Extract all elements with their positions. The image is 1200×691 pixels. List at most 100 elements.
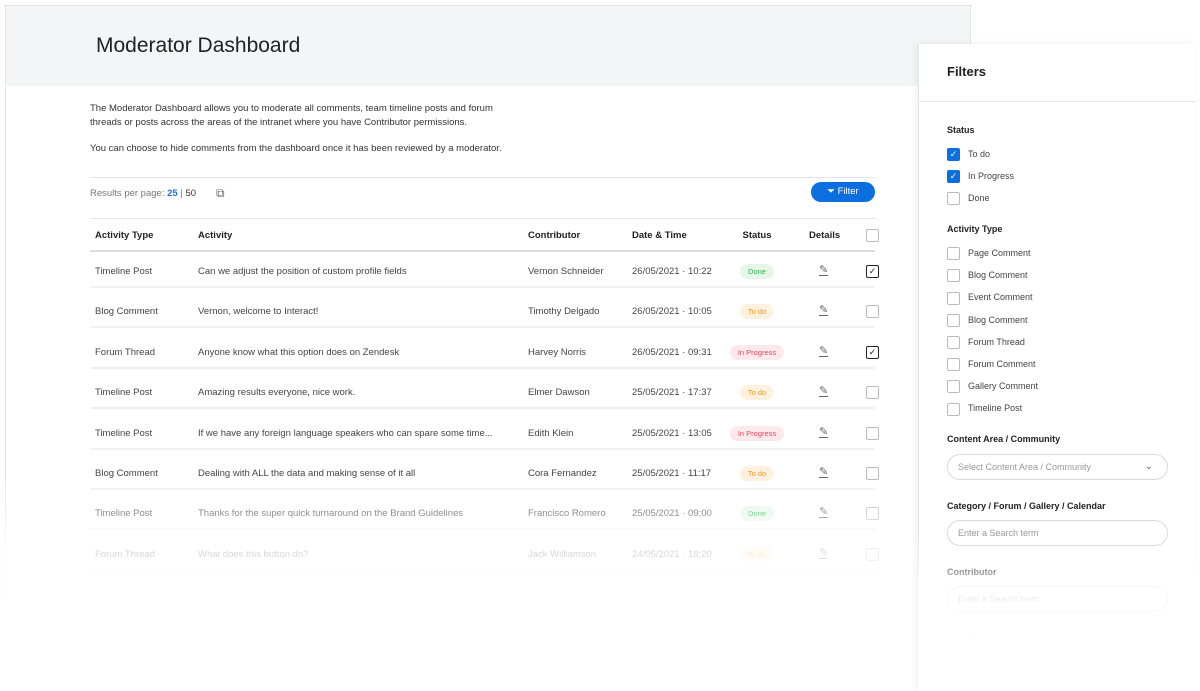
- activity-text[interactable]: Amazing results everyone, nice work.: [198, 387, 355, 398]
- activity-text[interactable]: Anyone know what this option does on Zen…: [198, 347, 399, 358]
- contributor: Timothy Delgado: [528, 306, 600, 318]
- edit-icon[interactable]: ✎: [819, 467, 829, 478]
- row-checkbox[interactable]: [866, 547, 879, 561]
- option-label: Done: [968, 193, 990, 204]
- checkbox[interactable]: [947, 313, 960, 327]
- checkbox[interactable]: [947, 192, 960, 206]
- intro-paragraph: The Moderator Dashboard allows you to mo…: [90, 103, 493, 128]
- column-header: Status: [742, 230, 772, 241]
- content-area-select[interactable]: Select Content Area / Community ⌄: [947, 454, 1168, 480]
- activity-type: Timeline Post: [95, 266, 153, 277]
- row-checkbox[interactable]: [866, 305, 879, 319]
- contributor: Jack Williamson: [528, 548, 597, 560]
- date-time: 26/05/2021 · 10:22: [632, 266, 712, 277]
- activity-type-option[interactable]: Blog Comment: [947, 313, 1028, 327]
- date-time: 25/05/2021 · 17:37: [632, 387, 712, 399]
- activity-type-option[interactable]: Blog Comment: [947, 269, 1028, 283]
- status-badge: Done: [740, 506, 774, 522]
- divider: [90, 177, 875, 178]
- activity-text[interactable]: What does this button do?: [198, 549, 308, 560]
- edit-icon[interactable]: ✎: [819, 305, 829, 317]
- row-divider: [90, 366, 875, 369]
- activity-type: Blog Comment: [95, 306, 158, 318]
- contributor: Elmer Dawson: [528, 387, 590, 399]
- status-badge: To do: [739, 385, 775, 401]
- column-header: Contributor: [528, 230, 581, 241]
- checkbox[interactable]: ✓: [947, 148, 960, 162]
- activity-type-option[interactable]: Timeline Post: [947, 402, 1022, 416]
- row-divider: [90, 528, 875, 531]
- contributor-search-input[interactable]: Enter a Search term: [947, 586, 1168, 612]
- status-option[interactable]: Done: [947, 192, 990, 206]
- option-label: Blog Comment: [968, 314, 1028, 325]
- activity-type-option[interactable]: Forum Thread: [947, 335, 1025, 349]
- edit-icon[interactable]: ✎: [819, 345, 829, 357]
- edit-icon[interactable]: ✎: [819, 507, 829, 519]
- status-badge: To do: [739, 466, 775, 481]
- filters-panel: Filters Status ✓ To do ✓ In Progress Done Ac…: [918, 44, 1195, 691]
- activity-text[interactable]: Vernon, welcome to Interact!: [198, 306, 318, 317]
- checkbox[interactable]: [947, 335, 960, 349]
- edit-icon[interactable]: ✎: [819, 386, 829, 398]
- activity-type-option[interactable]: Event Comment: [947, 291, 1033, 305]
- activity-type: Timeline Post: [95, 387, 153, 399]
- activity-type: Timeline Post: [95, 427, 153, 439]
- status-badge: To do: [739, 546, 775, 562]
- filter-icon: ⏷: [827, 186, 835, 197]
- row-checkbox[interactable]: [866, 386, 879, 400]
- results-per-page: Results per page: 25 | 50: [90, 188, 196, 199]
- page-title: Moderator Dashboard: [96, 34, 301, 57]
- filters-title: Filters: [947, 64, 987, 79]
- edit-icon[interactable]: ✎: [819, 547, 829, 559]
- row-checkbox[interactable]: [866, 426, 879, 440]
- contributor: Vernon Schneider: [528, 266, 604, 277]
- select-placeholder: Select Content Area / Community: [958, 462, 1092, 472]
- activity-type-option[interactable]: Forum Comment: [947, 358, 1036, 372]
- row-divider: [90, 488, 875, 490]
- results-25[interactable]: 25: [167, 188, 178, 199]
- contributor: Edith Klein: [528, 427, 574, 439]
- external-link-icon[interactable]: ⧉: [216, 186, 225, 201]
- status-badge: Done: [740, 264, 774, 279]
- option-label: To do: [968, 149, 991, 160]
- option-label: Gallery Comment: [968, 381, 1039, 392]
- contributor: Harvey Norris: [528, 346, 587, 358]
- option-label: Page Comment: [968, 248, 1031, 259]
- edit-icon[interactable]: ✎: [819, 265, 829, 276]
- results-50[interactable]: 50: [185, 188, 196, 199]
- activity-text[interactable]: Can we adjust the position of custom pro…: [198, 266, 407, 277]
- results-label: Results per page:: [90, 188, 165, 199]
- checkbox[interactable]: ✓: [947, 170, 960, 184]
- filter-button[interactable]: ⏷ Filter: [811, 182, 875, 202]
- activity-type-option[interactable]: Gallery Comment: [947, 380, 1039, 394]
- checkbox[interactable]: [947, 402, 960, 416]
- date-range-label: Date Range: [947, 633, 997, 643]
- status-label: Status: [947, 125, 975, 135]
- select-all-checkbox[interactable]: [866, 229, 879, 242]
- activity-type-option[interactable]: Page Comment: [947, 247, 1031, 261]
- status-option[interactable]: ✓ In Progress: [947, 170, 1014, 184]
- checkbox[interactable]: [947, 269, 960, 283]
- activity-text[interactable]: Dealing with ALL the data and making sen…: [198, 468, 415, 479]
- row-divider: [90, 568, 875, 571]
- activity-text[interactable]: If we have any foreign language speakers…: [198, 428, 493, 439]
- checkbox[interactable]: [947, 291, 960, 305]
- date-time: 24/05/2021 · 18:20: [632, 548, 712, 560]
- row-checkbox[interactable]: [866, 507, 879, 521]
- row-checkbox[interactable]: ✓: [866, 345, 879, 359]
- category-search-input[interactable]: Enter a Search term: [947, 520, 1168, 546]
- row-checkbox[interactable]: [866, 467, 879, 480]
- column-header: Activity: [198, 230, 233, 241]
- intro-paragraph: You can choose to hide comments from the…: [90, 143, 502, 154]
- row-checkbox[interactable]: ✓: [866, 265, 879, 278]
- checkbox[interactable]: [947, 380, 960, 394]
- checkbox[interactable]: [947, 358, 960, 372]
- content-area-label: Content Area / Community: [947, 434, 1061, 444]
- divider: [919, 101, 1195, 102]
- status-option[interactable]: ✓ To do: [947, 148, 991, 162]
- column-header: Date & Time: [632, 230, 687, 241]
- activity-text[interactable]: Thanks for the super quick turnaround on…: [198, 508, 463, 519]
- checkbox[interactable]: [947, 247, 960, 261]
- activity-type: Blog Comment: [95, 468, 158, 479]
- edit-icon[interactable]: ✎: [819, 426, 829, 438]
